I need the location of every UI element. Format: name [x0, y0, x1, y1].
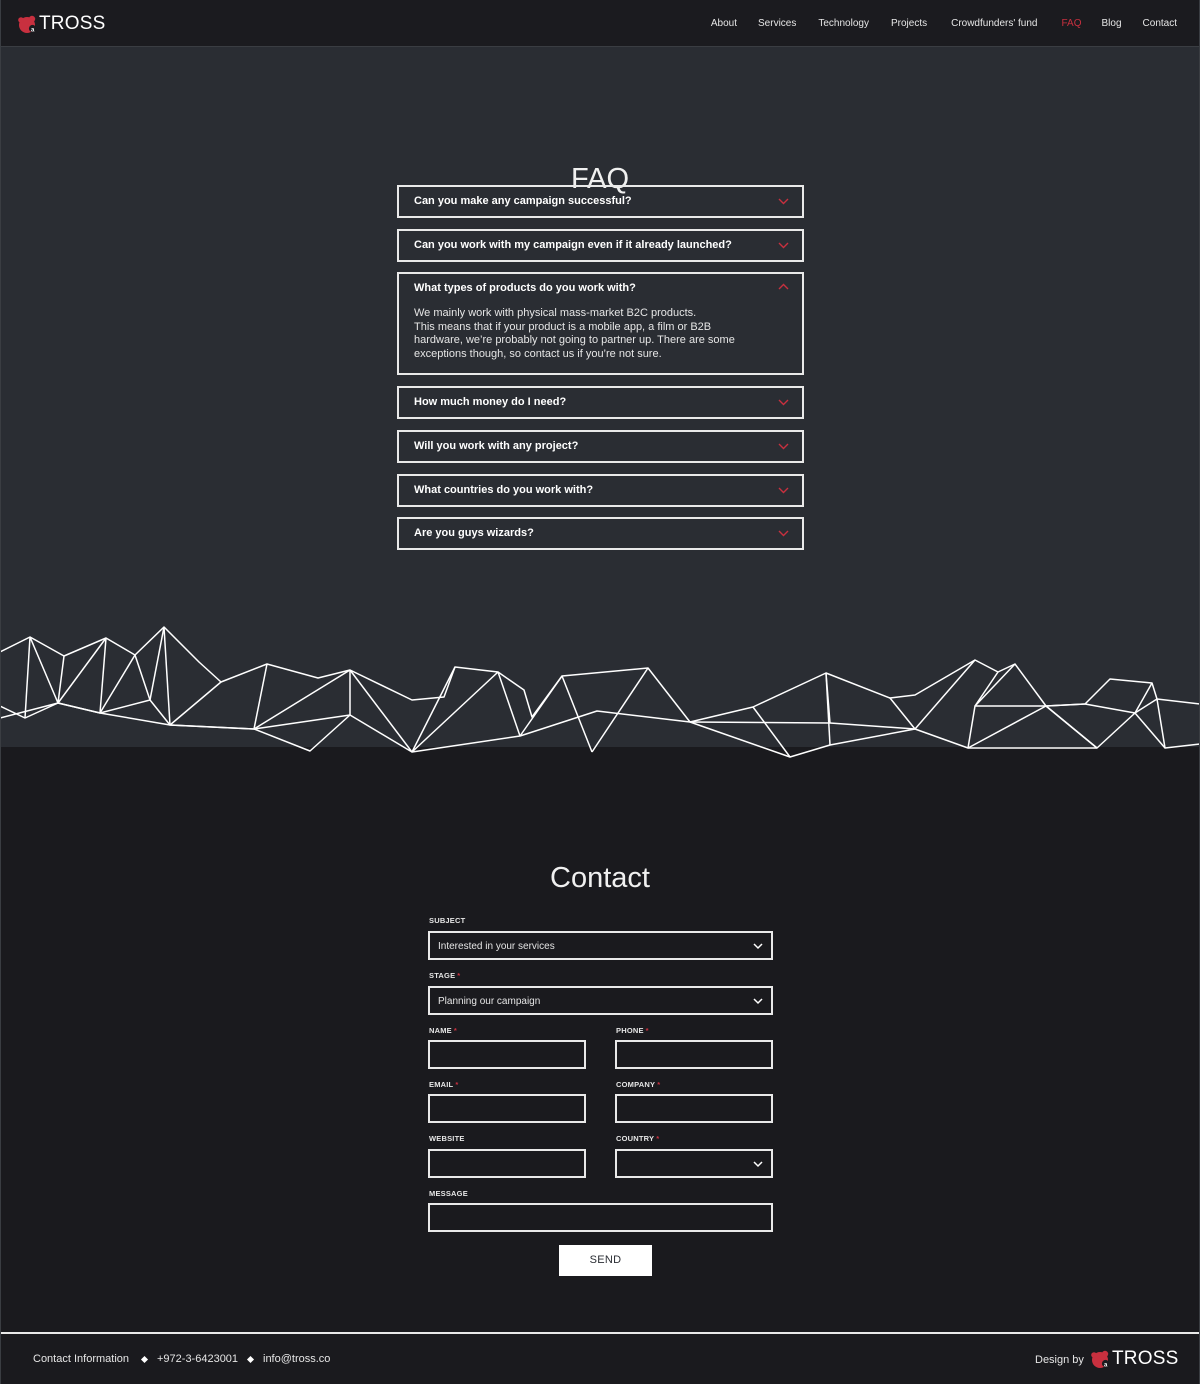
required-mark: * [645, 1026, 649, 1035]
logo-wordmark: TROSS [1112, 1348, 1179, 1369]
design-by-label: Design by [1035, 1354, 1084, 1366]
chevron-down-icon [778, 443, 789, 450]
diamond-separator-icon [246, 1355, 255, 1364]
faq-item[interactable]: Can you work with my campaign even if it… [397, 229, 804, 262]
chevron-down-icon [753, 998, 763, 1005]
nav-item-blog[interactable]: Blog [1102, 18, 1122, 29]
phone-field[interactable] [615, 1040, 773, 1069]
faq-answer: We mainly work with physical mass-market… [414, 307, 735, 360]
chevron-down-icon [778, 242, 789, 249]
faq-question: What countries do you work with? [414, 484, 594, 496]
subject-value: Interested in your services [438, 941, 555, 952]
faq-question: Are you guys wizards? [414, 527, 534, 539]
faq-question: How much money do I need? [414, 396, 567, 408]
stage-label: STAGE * [429, 971, 461, 980]
website-label: WEBSITE [429, 1134, 465, 1143]
nav-item-services[interactable]: Services [758, 18, 796, 29]
company-label: COMPANY * [616, 1080, 661, 1089]
nav-item-contact[interactable]: Contact [1143, 18, 1177, 29]
faq-question: What types of products do you work with? [414, 282, 636, 294]
message-label: MESSAGE [429, 1189, 468, 1198]
contact-title: Contact [550, 862, 650, 894]
subject-select[interactable]: Interested in your services [428, 931, 773, 960]
required-mark: * [453, 1026, 458, 1035]
stage-select[interactable]: Planning our campaign [428, 986, 773, 1015]
nav-item-about[interactable]: About [711, 18, 737, 29]
faq-item[interactable]: Will you work with any project? [397, 430, 804, 463]
nav-item-crowdfunders-fund[interactable]: Crowdfunders' fund [951, 18, 1037, 29]
chevron-up-icon [778, 283, 789, 290]
company-field[interactable] [615, 1094, 773, 1123]
faq-question: Can you work with my campaign even if it… [414, 239, 732, 251]
footer-email-link[interactable]: info@tross.co [263, 1353, 330, 1365]
phone-label: PHONE * [616, 1026, 649, 1035]
country-select[interactable] [615, 1149, 773, 1178]
logo[interactable]: a TROSS [17, 13, 106, 34]
footer-logo[interactable]: a TROSS [1090, 1348, 1179, 1369]
country-label: COUNTRY * [616, 1134, 660, 1143]
chevron-down-icon [753, 1161, 763, 1168]
website-field[interactable] [428, 1149, 586, 1178]
required-mark: * [656, 1134, 660, 1143]
name-field[interactable] [428, 1040, 586, 1069]
faq-item-expanded[interactable]: What types of products do you work with?… [397, 272, 804, 375]
email-field[interactable] [428, 1094, 586, 1123]
nav-item-technology[interactable]: Technology [818, 18, 869, 29]
required-mark: * [457, 971, 461, 980]
required-mark: * [455, 1080, 459, 1089]
faq-item[interactable]: Can you make any campaign successful? [397, 185, 804, 218]
message-field[interactable] [428, 1203, 773, 1232]
low-poly-mountain-divider [0, 620, 1200, 758]
nav-item-faq[interactable]: FAQ [1062, 18, 1082, 29]
diamond-separator-icon [140, 1355, 149, 1364]
faq-question: Will you work with any project? [414, 440, 579, 452]
send-button[interactable]: SEND [559, 1245, 652, 1276]
footer-phone-link[interactable]: +972-3-6423001 [157, 1353, 238, 1365]
email-label: EMAIL * [429, 1080, 459, 1089]
footer-contact-info: Contact Information [33, 1353, 129, 1365]
footer-divider [0, 1332, 1200, 1334]
subject-label: SUBJECT [429, 916, 466, 925]
top-nav-bar: a TROSS About Services Technology Projec… [0, 0, 1200, 47]
chevron-down-icon [778, 399, 789, 406]
tross-logo-icon: a [1091, 1350, 1110, 1368]
name-label: NAME * [429, 1026, 458, 1035]
chevron-down-icon [778, 530, 789, 537]
chevron-down-icon [753, 943, 763, 950]
logo-wordmark: TROSS [39, 13, 106, 34]
required-mark: * [657, 1080, 661, 1089]
stage-value: Planning our campaign [438, 996, 541, 1007]
faq-item[interactable]: What countries do you work with? [397, 474, 804, 507]
tross-logo-icon: a [18, 15, 37, 33]
faq-item[interactable]: Are you guys wizards? [397, 517, 804, 550]
chevron-down-icon [778, 198, 789, 205]
faq-question: Can you make any campaign successful? [414, 195, 632, 207]
faq-item[interactable]: How much money do I need? [397, 386, 804, 419]
nav-item-projects[interactable]: Projects [891, 18, 927, 29]
main-nav: About Services Technology Projects Crowd… [711, 0, 1200, 47]
chevron-down-icon [778, 487, 789, 494]
